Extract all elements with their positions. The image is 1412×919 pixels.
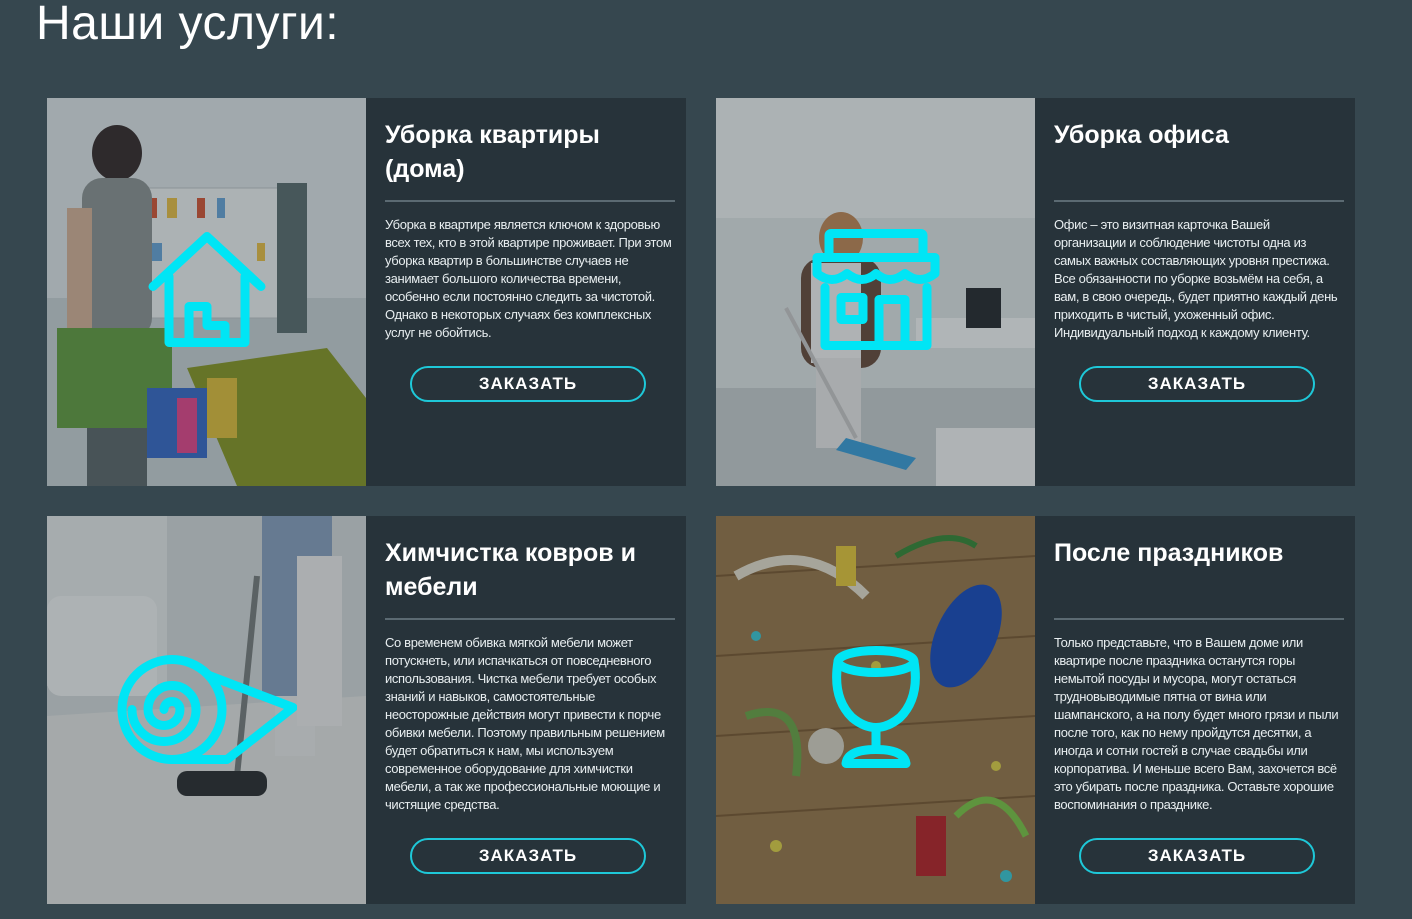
card-description: Офис – это визитная карточка Вашей орган… — [1054, 217, 1338, 340]
card-description: Уборка в квартире является ключом к здор… — [385, 217, 672, 340]
title-divider — [385, 618, 675, 620]
title-divider — [385, 200, 675, 202]
card-description: Только представьте, что в Вашем доме или… — [1054, 635, 1339, 812]
card-title: Химчистка ковров и мебели — [385, 539, 636, 601]
title-divider — [1054, 200, 1344, 202]
service-photo-office — [716, 98, 1035, 486]
card-title: После праздников — [1054, 539, 1284, 567]
service-card-apartment: Уборка квартиры (дома) Уборка в квартире… — [47, 98, 686, 486]
service-photo-dry-cleaning — [47, 516, 366, 904]
store-icon — [811, 228, 941, 357]
order-button[interactable]: ЗАКАЗАТЬ — [1079, 838, 1315, 874]
carpet-roll-icon — [117, 648, 297, 773]
order-button[interactable]: ЗАКАЗАТЬ — [1079, 366, 1315, 402]
title-divider — [1054, 618, 1344, 620]
page-title: Наши услуги: — [36, 0, 340, 50]
order-button[interactable]: ЗАКАЗАТЬ — [410, 366, 646, 402]
service-card-office: Уборка офиса Офис – это визитная карточк… — [716, 98, 1355, 486]
card-title: Уборка офиса — [1054, 121, 1229, 149]
order-button[interactable]: ЗАКАЗАТЬ — [410, 838, 646, 874]
service-photo-after-party — [716, 516, 1035, 904]
service-card-after-party: После праздников Только представьте, что… — [716, 516, 1355, 904]
card-description: Со временем обивка мягкой мебели может п… — [385, 635, 665, 812]
wine-glass-icon — [828, 646, 924, 775]
service-photo-apartment — [47, 98, 366, 486]
house-icon — [147, 231, 267, 354]
service-card-dry-cleaning: Химчистка ковров и мебели Со временем об… — [47, 516, 686, 904]
card-title: Уборка квартиры (дома) — [385, 121, 600, 183]
